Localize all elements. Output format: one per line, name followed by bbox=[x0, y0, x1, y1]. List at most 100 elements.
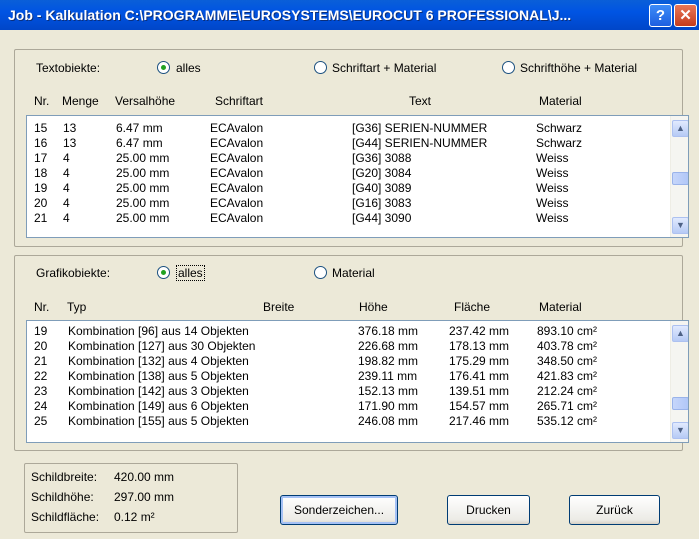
table-cell: 175.29 mm bbox=[449, 354, 510, 368]
table-cell: Weiss bbox=[536, 166, 569, 180]
table-cell: 17 bbox=[34, 151, 48, 165]
table-cell: 19 bbox=[34, 181, 48, 195]
table-cell: 25.00 mm bbox=[116, 211, 170, 225]
graphic-list-scrollbar[interactable]: ▲ ▼ bbox=[670, 321, 688, 442]
table-cell: Weiss bbox=[536, 181, 569, 195]
column-header: Höhe bbox=[359, 300, 388, 314]
graphic-filter-label: Grafikobiekte: bbox=[36, 266, 111, 280]
table-cell: ECAvalon bbox=[210, 196, 264, 210]
table-cell: Weiss bbox=[536, 196, 569, 210]
column-header: Typ bbox=[67, 300, 87, 314]
column-header: Schriftart bbox=[215, 94, 264, 108]
text-radio-alles-label[interactable]: alles bbox=[176, 61, 201, 75]
table-cell: 403.78 cm² bbox=[537, 339, 598, 353]
text-radio-schriftart-material[interactable] bbox=[314, 61, 327, 74]
table-cell: 198.82 mm bbox=[358, 354, 419, 368]
table-cell: Kombination [132] aus 4 Objekten bbox=[68, 354, 249, 368]
table-cell: 21 bbox=[34, 354, 48, 368]
table-cell: 25.00 mm bbox=[116, 196, 170, 210]
sign-height-label: Schildhöhe: bbox=[31, 490, 94, 504]
table-cell: ECAvalon bbox=[210, 151, 264, 165]
table-cell: 6.47 mm bbox=[116, 136, 163, 150]
graphic-radio-alles-label[interactable]: alles bbox=[176, 265, 205, 281]
table-cell: 25.00 mm bbox=[116, 181, 170, 195]
title-bar: Job - Kalkulation C:\PROGRAMME\EUROSYSTE… bbox=[0, 0, 699, 30]
graphic-objects-list[interactable]: 25 Kombination [155] aus 5 Objekten 246.08… bbox=[26, 320, 689, 443]
table-row[interactable]: 25 Kombination [155] aus 5 Objekten 246.08… bbox=[27, 414, 688, 429]
table-row[interactable]: 21 Kombination [132] aus 4 Objekten 198.82… bbox=[27, 354, 688, 369]
text-radio-schrifthoehe-material[interactable] bbox=[502, 61, 515, 74]
table-cell: 21 bbox=[34, 211, 48, 225]
text-radio-alles[interactable] bbox=[157, 61, 170, 74]
table-cell: 226.68 mm bbox=[358, 339, 419, 353]
column-header: Text bbox=[409, 94, 432, 108]
scrollbar-thumb[interactable] bbox=[672, 172, 688, 185]
table-cell: 20 bbox=[34, 339, 48, 353]
scroll-down-icon[interactable]: ▼ bbox=[672, 422, 688, 439]
table-cell: [G36] SERIEN-NUMMER bbox=[352, 121, 488, 135]
table-cell: 19 bbox=[34, 324, 48, 338]
table-cell: 212.24 cm² bbox=[537, 384, 598, 398]
table-cell: 4 bbox=[63, 196, 70, 210]
text-list-scrollbar[interactable]: ▲ ▼ bbox=[670, 116, 688, 237]
table-cell: 217.46 mm bbox=[449, 414, 510, 428]
table-row[interactable]: 21 4 25.00 mm ECAvalon [G44] 3090 Weiss bbox=[27, 211, 688, 226]
text-radio-schriftart-material-label[interactable]: Schriftart + Material bbox=[332, 61, 436, 75]
table-cell: Weiss bbox=[536, 151, 569, 165]
table-cell: [G36] 3088 bbox=[352, 151, 412, 165]
table-cell: 171.90 mm bbox=[358, 399, 419, 413]
table-cell: [G44] SERIEN-NUMMER bbox=[352, 136, 488, 150]
sign-area-value: 0.12 m² bbox=[114, 510, 155, 524]
table-cell: 16 bbox=[34, 136, 48, 150]
table-cell: 348.50 cm² bbox=[537, 354, 598, 368]
table-cell: ECAvalon bbox=[210, 121, 264, 135]
column-header: Fläche bbox=[454, 300, 491, 314]
close-icon[interactable]: ✕ bbox=[674, 4, 697, 27]
table-cell: 4 bbox=[63, 151, 70, 165]
text-objects-list[interactable]: 21 4 25.00 mm ECAvalon [G44] 3090 Weiss 20 4 25.… bbox=[26, 115, 689, 238]
table-row[interactable]: 23 Kombination [142] aus 3 Objekten 152.13… bbox=[27, 384, 688, 399]
table-cell: Kombination [149] aus 6 Objekten bbox=[68, 399, 249, 413]
text-radio-schrifthoehe-material-label[interactable]: Schrifthöhe + Material bbox=[520, 61, 637, 75]
back-button[interactable]: Zurück bbox=[569, 495, 660, 525]
scrollbar-thumb[interactable] bbox=[672, 397, 688, 410]
table-row[interactable]: 22 Kombination [138] aus 5 Objekten 239.11… bbox=[27, 369, 688, 384]
table-row[interactable]: 18 4 25.00 mm ECAvalon [G20] 3084 Weiss bbox=[27, 166, 688, 181]
table-cell: 13 bbox=[63, 136, 77, 150]
scroll-down-icon[interactable]: ▼ bbox=[672, 217, 688, 234]
table-row[interactable]: 15 13 6.47 mm ECAvalon [G36] SERIEN-NUMMER Sc… bbox=[27, 121, 688, 136]
table-cell: 4 bbox=[63, 181, 70, 195]
table-cell: 13 bbox=[63, 121, 77, 135]
table-cell: 18 bbox=[34, 166, 48, 180]
table-row[interactable]: 19 4 25.00 mm ECAvalon [G40] 3089 Weiss bbox=[27, 181, 688, 196]
table-row[interactable]: 16 13 6.47 mm ECAvalon [G44] SERIEN-NUMMER Sc… bbox=[27, 136, 688, 151]
table-cell: 152.13 mm bbox=[358, 384, 419, 398]
help-icon[interactable]: ? bbox=[649, 4, 672, 27]
table-row[interactable]: 17 4 25.00 mm ECAvalon [G36] 3088 Weiss bbox=[27, 151, 688, 166]
table-row[interactable]: 20 4 25.00 mm ECAvalon [G16] 3083 Weiss bbox=[27, 196, 688, 211]
graphic-radio-material[interactable] bbox=[314, 266, 327, 279]
table-cell: Weiss bbox=[536, 211, 569, 225]
table-cell: ECAvalon bbox=[210, 181, 264, 195]
table-cell: Schwarz bbox=[536, 121, 583, 135]
table-row[interactable]: 20 Kombination [127] aus 30 Objekten 226.6… bbox=[27, 339, 688, 354]
table-cell: 6.47 mm bbox=[116, 121, 163, 135]
print-button[interactable]: Drucken bbox=[447, 495, 530, 525]
graphic-radio-material-label[interactable]: Material bbox=[332, 266, 375, 280]
table-row[interactable]: 24 Kombination [149] aus 6 Objekten 171.90… bbox=[27, 399, 688, 414]
table-row[interactable]: 19 Kombination [96] aus 14 Objekten 376.18… bbox=[27, 324, 688, 339]
table-cell: 246.08 mm bbox=[358, 414, 419, 428]
table-cell: [G16] 3083 bbox=[352, 196, 412, 210]
scroll-up-icon[interactable]: ▲ bbox=[672, 120, 688, 137]
table-cell: 239.11 mm bbox=[358, 369, 418, 383]
table-cell: Schwarz bbox=[536, 136, 583, 150]
special-characters-button[interactable]: Sonderzeichen... bbox=[280, 495, 398, 525]
graphic-radio-alles[interactable] bbox=[157, 266, 170, 279]
sign-width-value: 420.00 mm bbox=[114, 470, 175, 484]
table-cell: 154.57 mm bbox=[449, 399, 510, 413]
table-cell: ECAvalon bbox=[210, 136, 264, 150]
scroll-up-icon[interactable]: ▲ bbox=[672, 325, 688, 342]
table-cell: 15 bbox=[34, 121, 48, 135]
table-cell: ECAvalon bbox=[210, 166, 264, 180]
table-cell: 20 bbox=[34, 196, 48, 210]
